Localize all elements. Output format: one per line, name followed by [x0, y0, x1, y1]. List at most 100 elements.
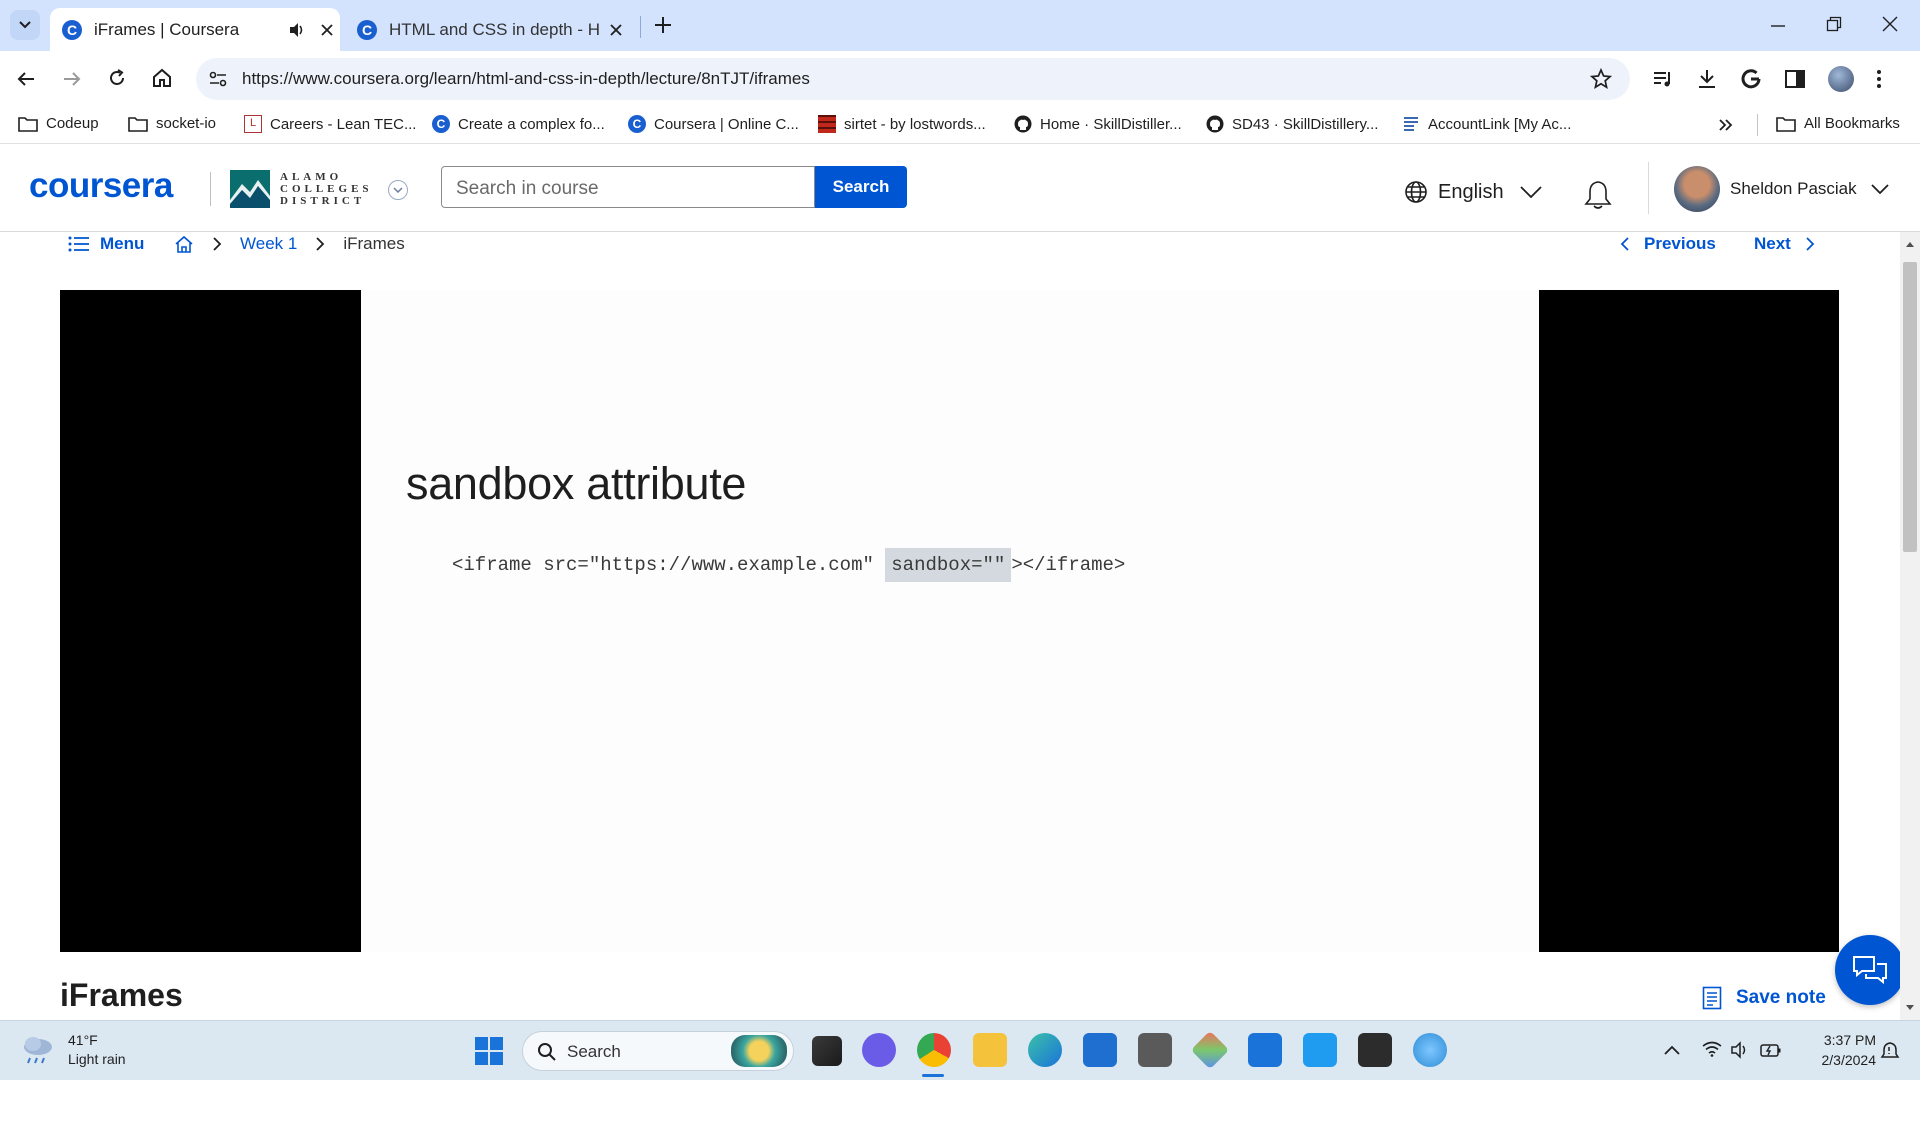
teams-chat-icon[interactable]: [862, 1033, 896, 1067]
volume-icon[interactable]: [1730, 1041, 1750, 1059]
breadcrumb-current: iFrames: [343, 234, 405, 253]
taskbar-search[interactable]: Search: [522, 1031, 794, 1071]
edge-icon[interactable]: [1028, 1033, 1062, 1067]
breadcrumb-week[interactable]: Week 1: [240, 234, 297, 254]
minimize-icon[interactable]: [1770, 18, 1786, 34]
scroll-up-icon[interactable]: [1905, 240, 1915, 248]
site-info-icon[interactable]: [208, 70, 228, 88]
folder-icon: [1776, 116, 1796, 132]
reload-icon[interactable]: [107, 68, 127, 88]
bookmark-sirtet[interactable]: sirtet - by lostwords...: [818, 115, 986, 133]
note-icon: [1702, 986, 1722, 1010]
terminal-icon[interactable]: [1358, 1033, 1392, 1067]
more-menu-icon[interactable]: [1876, 68, 1882, 90]
toolbar-actions: [1652, 66, 1882, 92]
slide-code: <iframe src="https://www.example.com" sa…: [452, 548, 1125, 582]
chat-button[interactable]: [1835, 935, 1905, 1005]
search-icon: [538, 1043, 556, 1061]
video-player[interactable]: sandbox attribute <iframe src="https://w…: [60, 290, 1839, 952]
download-icon[interactable]: [1696, 68, 1718, 90]
browser-tab-strip: C iFrames | Coursera C HTML and CSS in d…: [0, 0, 1920, 51]
chevron-down-icon: [1871, 184, 1889, 194]
google-icon[interactable]: [1740, 68, 1762, 90]
bookmark-label: socket-io: [156, 115, 217, 132]
home-icon[interactable]: [174, 235, 194, 253]
bookmark-codeup[interactable]: Codeup: [18, 115, 99, 132]
video-slide: sandbox attribute <iframe src="https://w…: [361, 290, 1539, 952]
bookmark-coursera[interactable]: C Coursera | Online C...: [628, 115, 799, 133]
menu-label: Menu: [100, 234, 145, 253]
menu-button[interactable]: Menu: [68, 234, 144, 254]
back-arrow-icon[interactable]: [16, 69, 36, 89]
search-input[interactable]: Search in course: [441, 166, 815, 208]
chevron-right-icon: [1806, 237, 1815, 251]
scroll-down-icon[interactable]: [1905, 1004, 1915, 1012]
bookmark-home-skilldistiller[interactable]: Home · SkillDistiller...: [1014, 115, 1182, 133]
close-tab-icon[interactable]: [609, 23, 623, 37]
system-clock[interactable]: 3:37 PM 2/3/2024: [1800, 1030, 1877, 1070]
user-menu[interactable]: Sheldon Pasciak: [1674, 166, 1889, 212]
git-app-icon[interactable]: [1190, 1030, 1230, 1070]
media-player-icon[interactable]: [1248, 1033, 1282, 1067]
battery-icon[interactable]: [1760, 1041, 1782, 1059]
coursera-logo[interactable]: coursera: [29, 166, 173, 206]
tab-html-css-in-depth[interactable]: C HTML and CSS in depth - HTML: [345, 8, 635, 51]
weather-widget[interactable]: 41°F Light rain: [20, 1031, 126, 1069]
microsoft-store-icon[interactable]: [1083, 1033, 1117, 1067]
language-selector[interactable]: English: [1404, 180, 1542, 204]
slide-title: sandbox attribute: [406, 458, 747, 509]
wifi-icon[interactable]: [1702, 1041, 1722, 1057]
tab-search-button[interactable]: [10, 10, 40, 40]
search-highlight-image: [731, 1035, 787, 1067]
show-hidden-icons-icon[interactable]: [1664, 1045, 1680, 1055]
globe-app-icon[interactable]: [1413, 1033, 1447, 1067]
forward-arrow-icon[interactable]: [62, 69, 82, 89]
bookmark-label: Create a complex fo...: [458, 115, 605, 133]
bookmark-sd43[interactable]: SD43 · SkillDistillery...: [1206, 115, 1378, 133]
bookmark-create-complex[interactable]: C Create a complex fo...: [432, 115, 605, 133]
media-controls-icon[interactable]: [1652, 68, 1674, 90]
new-tab-icon[interactable]: [654, 16, 672, 34]
search-button[interactable]: Search: [815, 166, 907, 208]
tab-divider: [640, 16, 641, 38]
vscode-icon[interactable]: [1303, 1033, 1337, 1067]
previous-button[interactable]: Previous: [1620, 234, 1716, 254]
alamo-colleges-logo[interactable]: ALAMO COLLEGES DISTRICT: [230, 170, 373, 208]
windows-start-icon[interactable]: [474, 1036, 504, 1066]
taskbar-search-label: Search: [567, 1042, 621, 1061]
partner-dropdown-button[interactable]: [388, 180, 408, 200]
bookmark-label: Home · SkillDistiller...: [1040, 115, 1182, 133]
all-bookmarks-button[interactable]: All Bookmarks: [1776, 115, 1900, 132]
url-text[interactable]: https://www.coursera.org/learn/html-and-…: [242, 69, 810, 89]
save-note-button[interactable]: Save note: [1702, 986, 1826, 1010]
page-scrollbar[interactable]: [1900, 232, 1920, 1020]
address-bar[interactable]: https://www.coursera.org/learn/html-and-…: [196, 58, 1630, 100]
side-panel-icon[interactable]: [1784, 68, 1806, 90]
task-view-icon[interactable]: [812, 1036, 842, 1066]
notification-center-icon[interactable]: [1880, 1041, 1900, 1061]
bookmark-careers[interactable]: L Careers - Lean TEC...: [244, 115, 416, 133]
speaker-icon[interactable]: [288, 21, 306, 39]
file-explorer-icon[interactable]: [973, 1033, 1007, 1067]
active-app-indicator: [922, 1074, 944, 1077]
security-app-icon[interactable]: [1138, 1033, 1172, 1067]
restore-icon[interactable]: [1826, 16, 1842, 32]
notifications-bell-icon[interactable]: [1584, 180, 1612, 210]
bookmark-socket-io[interactable]: socket-io: [128, 115, 216, 132]
profile-avatar[interactable]: [1828, 66, 1854, 92]
home-icon[interactable]: [151, 67, 173, 89]
more-bookmarks-icon[interactable]: [1718, 118, 1734, 132]
alamo-mountain-icon: [230, 170, 270, 208]
close-tab-icon[interactable]: [320, 23, 334, 37]
next-button[interactable]: Next: [1754, 234, 1815, 254]
bookmark-accountlink[interactable]: AccountLink [My Ac...: [1402, 115, 1571, 133]
tab-iframes-coursera[interactable]: C iFrames | Coursera: [50, 8, 340, 51]
lecture-title: iFrames: [60, 977, 183, 1013]
folder-icon: [18, 116, 38, 132]
bookmark-label: AccountLink [My Ac...: [1428, 115, 1572, 133]
chrome-icon[interactable]: [917, 1033, 951, 1067]
scrollbar-thumb[interactable]: [1903, 262, 1917, 552]
close-window-icon[interactable]: [1882, 16, 1898, 32]
bookmark-star-icon[interactable]: [1590, 68, 1612, 90]
partner-name: ALAMO COLLEGES DISTRICT: [280, 171, 373, 207]
